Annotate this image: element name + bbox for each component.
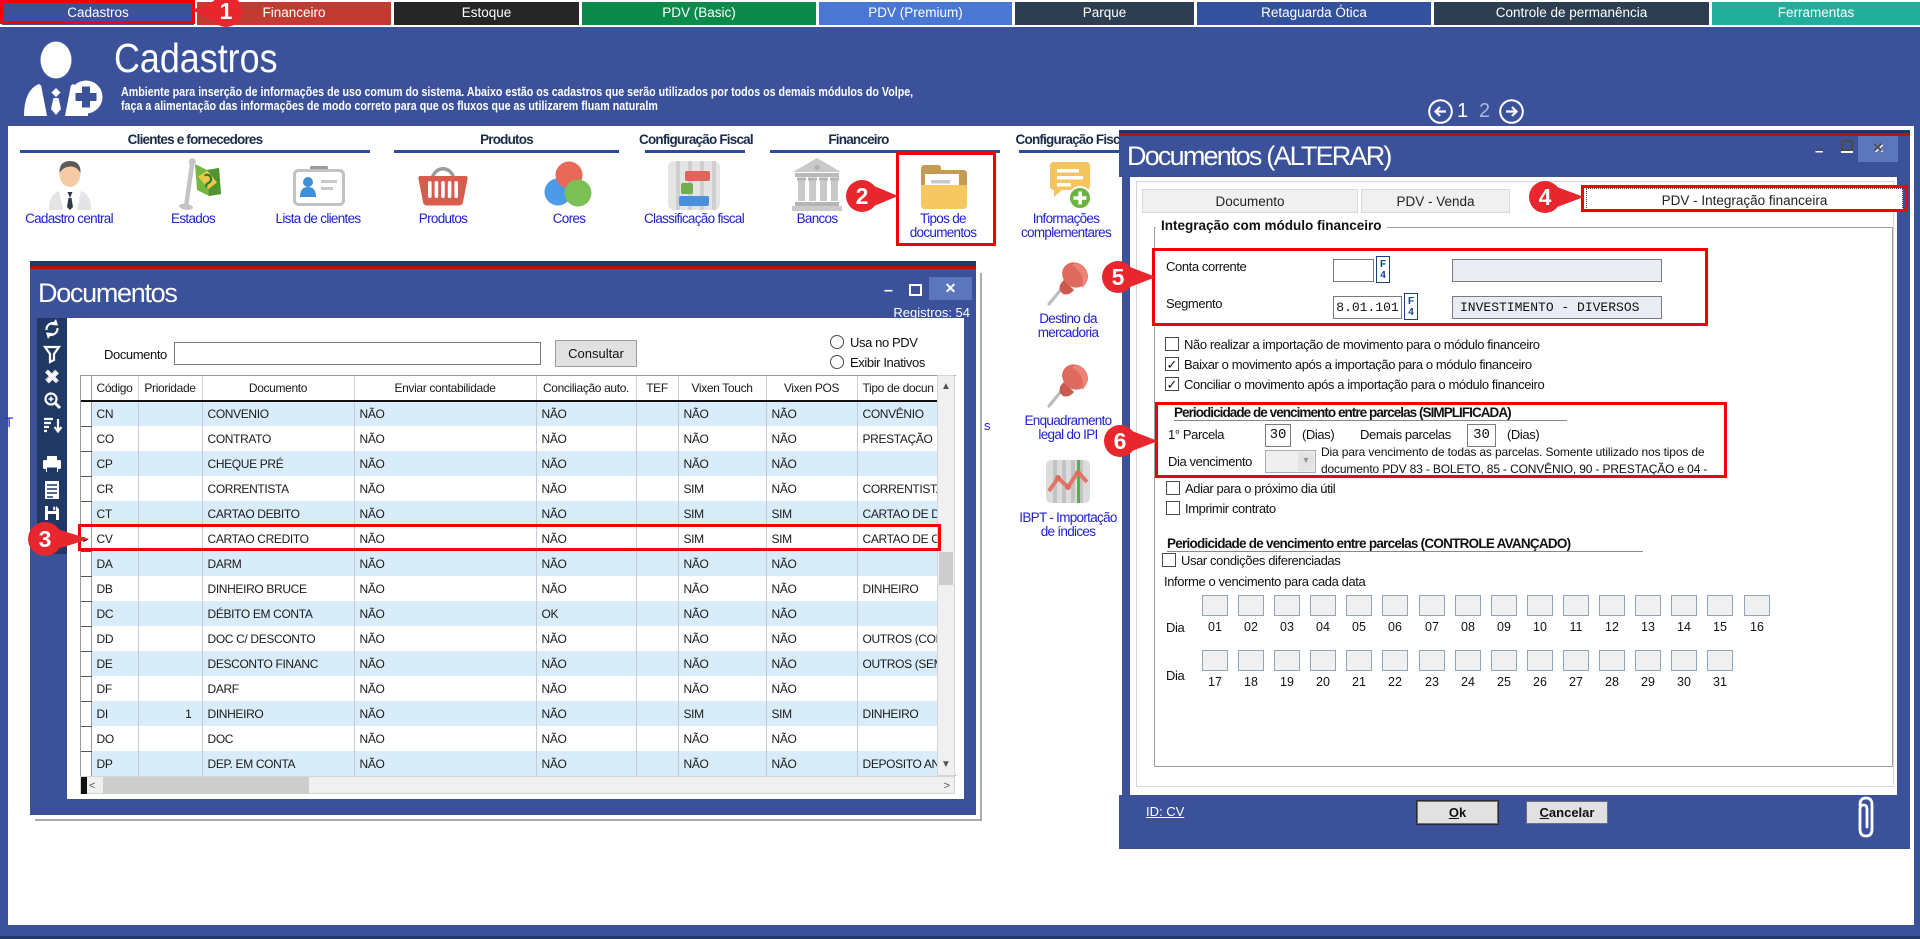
svg-text:5: 5 bbox=[1112, 264, 1125, 290]
svg-text:6: 6 bbox=[1114, 428, 1127, 454]
svg-text:3: 3 bbox=[39, 526, 52, 552]
svg-text:2: 2 bbox=[856, 183, 869, 209]
svg-text:1: 1 bbox=[220, 0, 233, 24]
svg-text:4: 4 bbox=[1539, 184, 1552, 210]
